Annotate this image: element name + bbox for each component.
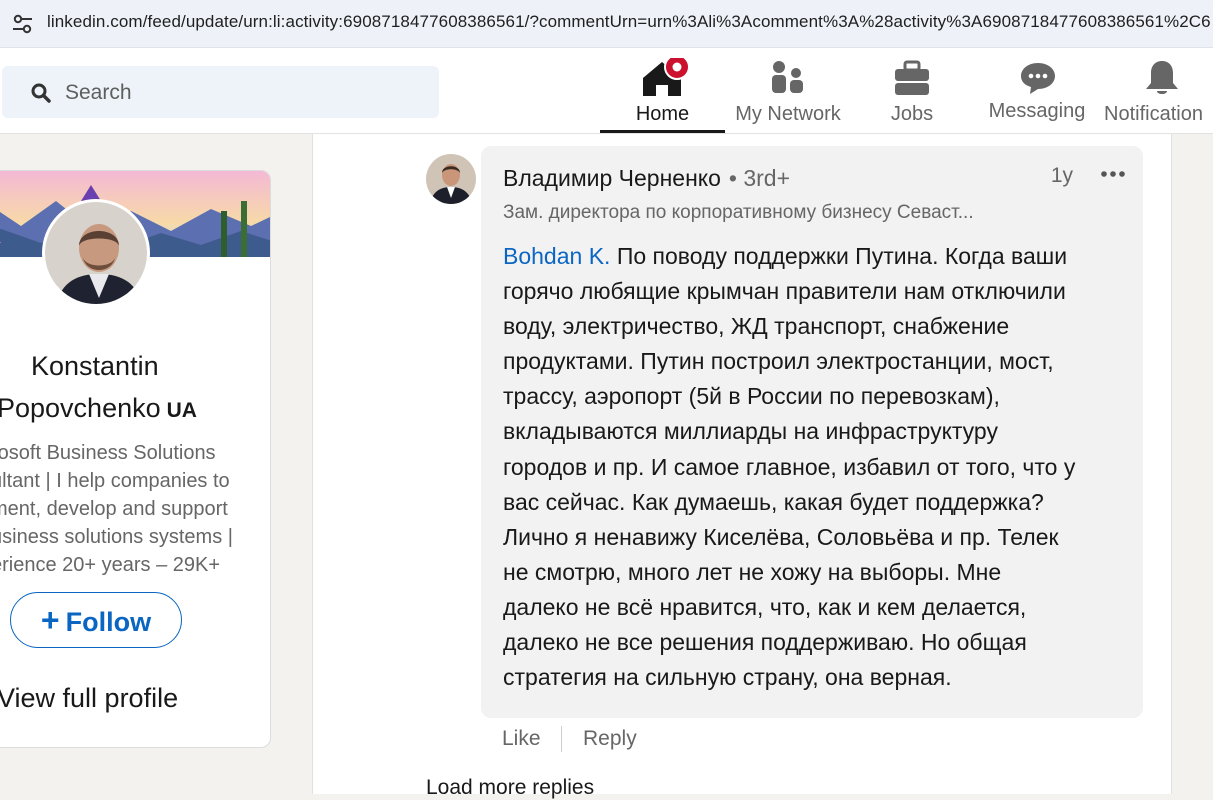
- nav-item-my-network[interactable]: My Network: [728, 48, 848, 134]
- author-name: Владимир Черненко: [503, 165, 721, 191]
- author-title: Зам. директора по корпоративному бизнесу…: [503, 202, 974, 223]
- action-divider: [561, 726, 562, 752]
- search-input[interactable]: Search: [2, 66, 439, 118]
- comment-bubble: Владимир Черненко • 3rd+ 1y Зам. директор…: [481, 146, 1143, 718]
- comment-line: далеко не всё нравится, что, как и кем д…: [503, 593, 1027, 620]
- active-indicator: [600, 130, 725, 133]
- comment-line: вкладываются миллиарды на инфраструктуру: [503, 418, 998, 445]
- nav-item-home[interactable]: Home: [600, 48, 725, 134]
- nav-item-messaging[interactable]: Messaging: [982, 48, 1092, 134]
- nav-label-my-network: My Network: [735, 103, 841, 125]
- load-more-replies-link[interactable]: Load more replies: [426, 776, 594, 800]
- feed-post: Владимир Черненко • 3rd+ 1y Зам. директор…: [312, 134, 1172, 799]
- profile-name-first[interactable]: Konstantin: [31, 351, 241, 382]
- nav-item-notifications[interactable]: Notification: [1100, 48, 1213, 134]
- nav-label-jobs: Jobs: [890, 103, 934, 125]
- comment-line: Лично я ненавижу Киселёва, Соловьёва и п…: [503, 523, 1059, 550]
- comment-line: не смотрю, много лет не хожу на выборы. …: [503, 558, 1002, 585]
- nav-label-home: Home: [635, 103, 690, 125]
- mention-link[interactable]: Bohdan K.: [503, 243, 610, 269]
- profile-name-last[interactable]: Popovchenko UA: [0, 393, 257, 424]
- home-icon: [643, 58, 690, 96]
- comment-body: Bohdan K. По поводу поддержки Путина. Ко…: [503, 239, 1133, 695]
- headline-line: usiness solutions systems |: [0, 526, 233, 548]
- search-placeholder: Search: [65, 81, 132, 104]
- headline-line: ment, develop and support: [0, 498, 228, 520]
- nav-label-notifications: Notification: [1104, 103, 1203, 125]
- nav-label-messaging: Messaging: [988, 100, 1086, 122]
- profile-headline: rosoft Business Solutions ultant | I hel…: [0, 439, 251, 579]
- comment-line: городов и пр. И самое главное, избавил о…: [503, 453, 1076, 480]
- nav-item-jobs[interactable]: Jobs: [862, 48, 962, 134]
- comment-line: горячо любящие крымчан правители нам отк…: [503, 278, 1066, 305]
- profile-card: Konstantin Popovchenko UA rosoft Business…: [0, 170, 271, 748]
- comment-line: продуктами. Путин построил электростанци…: [503, 348, 1054, 375]
- comment-line: далеко не все решения поддерживаю. Но об…: [503, 629, 1027, 656]
- comment-line: воду, электричество, ЖД транспорт, снабж…: [503, 313, 1010, 340]
- site-settings-icon[interactable]: [10, 12, 36, 36]
- comment-line: стратегия на сильную страну, она верная.: [503, 664, 952, 691]
- top-navigation: Search Home My Network Jobs Messaging No…: [0, 48, 1213, 134]
- comment-line: трассу, аэропорт (5й в России по перевоз…: [503, 383, 1000, 410]
- profile-name-last-text: Popovchenko: [0, 393, 161, 423]
- flag-badge: UA: [166, 399, 197, 422]
- comment-line-text: По поводу поддержки Путина. Когда ваши: [616, 243, 1068, 269]
- messaging-icon: [1021, 63, 1055, 94]
- comment-line: вас сейчас. Как думаешь, какая будет под…: [503, 488, 1044, 515]
- comment-line: Bohdan K. По поводу поддержки Путина. Ко…: [503, 239, 1133, 274]
- search-icon: [31, 83, 51, 103]
- comment-author[interactable]: Владимир Черненко • 3rd+: [503, 165, 790, 192]
- headline-line: rosoft Business Solutions: [0, 442, 216, 464]
- commenter-avatar[interactable]: [426, 154, 476, 204]
- bell-icon: [1146, 61, 1178, 94]
- headline-line: ultant | I help companies to: [0, 470, 230, 492]
- more-options-icon[interactable]: [1099, 162, 1127, 186]
- comment-timestamp: 1y: [1050, 164, 1073, 187]
- follow-label: Follow: [65, 607, 152, 637]
- like-button[interactable]: Like: [502, 727, 541, 751]
- connection-degree: • 3rd+: [728, 165, 791, 191]
- browser-address-bar[interactable]: linkedin.com/feed/update/urn:li:activity…: [0, 0, 1213, 48]
- profile-avatar[interactable]: [42, 199, 150, 307]
- jobs-icon: [895, 60, 929, 95]
- my-network-icon: [772, 61, 803, 93]
- headline-line: erience 20+ years – 29K+: [0, 554, 221, 576]
- url-text[interactable]: linkedin.com/feed/update/urn:li:activity…: [47, 12, 1211, 32]
- reply-button[interactable]: Reply: [583, 727, 637, 751]
- view-full-profile-link[interactable]: View full profile: [0, 683, 178, 714]
- plus-icon: +: [40, 602, 60, 638]
- follow-button[interactable]: + Follow: [10, 592, 182, 648]
